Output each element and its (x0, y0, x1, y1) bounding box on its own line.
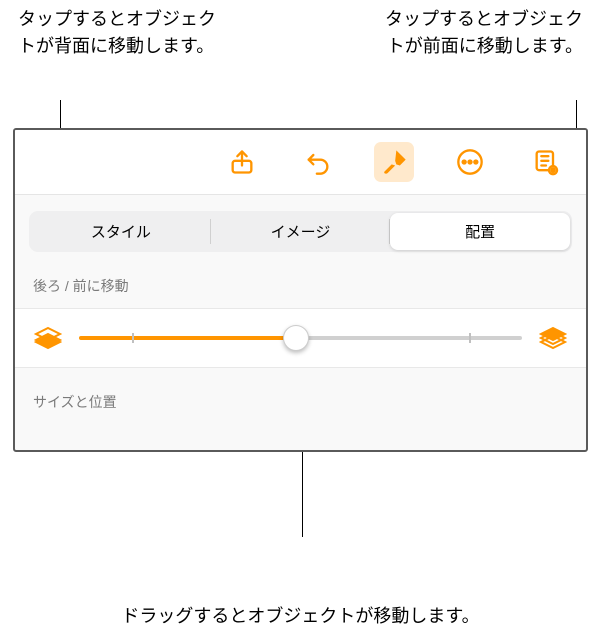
size-position-label: サイズと位置 (33, 392, 568, 412)
format-button[interactable] (374, 142, 414, 182)
slider-tick (132, 333, 134, 343)
callout-drag: ドラッグするとオブジェクトが移動します。 (0, 603, 601, 630)
undo-button[interactable] (298, 142, 338, 182)
layer-order-row (15, 308, 586, 368)
move-back-front-label: 後ろ / 前に移動 (33, 276, 568, 296)
more-button[interactable] (450, 142, 490, 182)
toolbar (15, 130, 586, 195)
slider-tick (469, 333, 471, 343)
callout-front-tap: タップするとオブジェクトが前面に移動します。 (383, 6, 583, 60)
move-to-back-button[interactable] (33, 323, 63, 353)
reading-view-button[interactable] (526, 142, 566, 182)
move-to-front-button[interactable] (538, 323, 568, 353)
layers-front-icon (539, 326, 567, 350)
layers-back-icon (34, 326, 62, 350)
layer-order-slider[interactable] (79, 326, 522, 350)
undo-icon (304, 148, 332, 176)
slider-handle[interactable] (283, 325, 309, 351)
tab-image[interactable]: イメージ (211, 213, 391, 250)
share-icon (228, 148, 256, 176)
reading-view-icon (532, 148, 560, 176)
tab-style[interactable]: スタイル (31, 213, 211, 250)
more-icon (456, 148, 484, 176)
format-brush-icon (380, 148, 408, 176)
tab-arrange[interactable]: 配置 (390, 213, 570, 250)
device-frame: スタイル イメージ 配置 後ろ / 前に移動 サイズと位置 (13, 128, 588, 452)
format-tabs: スタイル イメージ 配置 (29, 211, 572, 252)
share-button[interactable] (222, 142, 262, 182)
callout-back-tap: タップするとオブジェクトが背面に移動します。 (18, 6, 218, 60)
